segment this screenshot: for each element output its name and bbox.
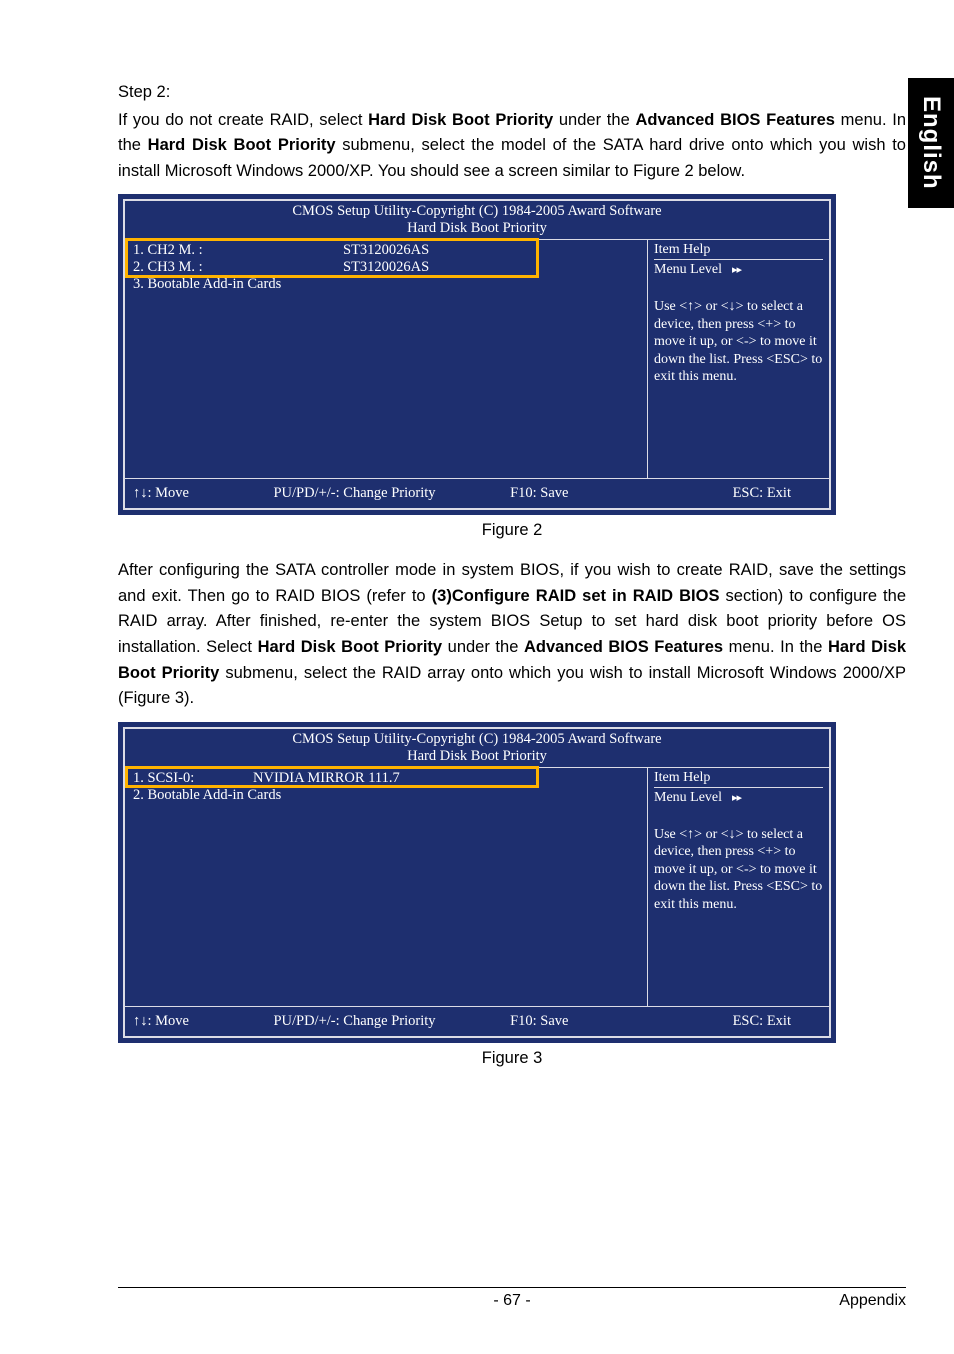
bios-help-1: Item Help Menu Level Use <↑> or <↓> to s… xyxy=(647,240,829,478)
bios-device-list-1: 1. CH2 M. : ST3120026AS 2. CH3 M. : ST31… xyxy=(125,240,647,478)
bios-subtitle-2: Hard Disk Boot Priority xyxy=(125,748,829,767)
footer-save-1: F10: Save xyxy=(470,485,650,502)
device-row-2: 2. CH3 M. : ST3120026AS xyxy=(129,259,643,276)
bios-footer-1: ↑↓: Move PU/PD/+/-: Change Priority F10:… xyxy=(125,479,829,508)
footer-exit-1: ESC: Exit xyxy=(651,485,821,502)
mid-d: Hard Disk Boot Priority xyxy=(258,638,443,656)
mid-g: menu. In the xyxy=(723,638,828,656)
bios-help-2: Item Help Menu Level Use <↑> or <↓> to s… xyxy=(647,768,829,1006)
device-row-3: 3. Bootable Add-in Cards xyxy=(129,276,643,293)
bios-device-list-2: 1. SCSI-0: NVIDIA MIRROR 111.7 2. Bootab… xyxy=(125,768,647,1006)
intro-text-a: If you do not create RAID, select xyxy=(118,111,368,129)
help-header-2: Item Help xyxy=(654,770,823,788)
bios-inner-1: CMOS Setup Utility-Copyright (C) 1984-20… xyxy=(123,199,831,510)
mid-f: Advanced BIOS Features xyxy=(524,638,723,656)
bios-inner-2: CMOS Setup Utility-Copyright (C) 1984-20… xyxy=(123,727,831,1038)
device-3-label: 3. Bootable Add-in Cards xyxy=(133,276,281,293)
help-body-2: Use <↑> or <↓> to select a device, then … xyxy=(654,826,823,914)
device2-row-2: 2. Bootable Add-in Cards xyxy=(129,787,643,804)
device-2-label: 2. CH3 M. : xyxy=(133,259,263,276)
bios-title-1: CMOS Setup Utility-Copyright (C) 1984-20… xyxy=(125,201,829,220)
help-header-1: Item Help xyxy=(654,242,823,260)
footer-change-2: PU/PD/+/-: Change Priority xyxy=(273,1013,470,1030)
bios-title-2: CMOS Setup Utility-Copyright (C) 1984-20… xyxy=(125,729,829,748)
menu-level-text-1: Menu Level xyxy=(654,262,722,277)
help-menu-level-2: Menu Level xyxy=(654,790,823,806)
figure-2-caption: Figure 2 xyxy=(118,521,906,540)
mid-block: After configuring the SATA controller mo… xyxy=(118,558,906,711)
intro-bold-1: Hard Disk Boot Priority xyxy=(368,111,553,129)
mid-i: submenu, select the RAID array onto whic… xyxy=(118,664,906,708)
footer-save-2: F10: Save xyxy=(470,1013,650,1030)
triangle-icon-2 xyxy=(722,790,741,805)
menu-level-text-2: Menu Level xyxy=(654,790,722,805)
intro-block: Step 2: If you do not create RAID, selec… xyxy=(118,80,906,184)
intro-text-c: under the xyxy=(553,111,635,129)
footer-move-2: ↑↓: Move xyxy=(133,1013,273,1030)
device2-1-value: NVIDIA MIRROR 111.7 xyxy=(243,770,443,787)
page-footer: - 67 - Appendix xyxy=(118,1287,906,1310)
bios-footer-2: ↑↓: Move PU/PD/+/-: Change Priority F10:… xyxy=(125,1007,829,1036)
footer-change-1: PU/PD/+/-: Change Priority xyxy=(273,485,470,502)
footer-exit-2: ESC: Exit xyxy=(651,1013,821,1030)
bios-body-2: 1. SCSI-0: NVIDIA MIRROR 111.7 2. Bootab… xyxy=(125,767,829,1007)
device2-1-label: 1. SCSI-0: xyxy=(133,770,243,787)
document-page: English Step 2: If you do not create RAI… xyxy=(0,0,954,1354)
mid-e: under the xyxy=(442,638,524,656)
step-label: Step 2: xyxy=(118,80,906,106)
triangle-icon xyxy=(722,262,741,277)
bios-body-1: 1. CH2 M. : ST3120026AS 2. CH3 M. : ST31… xyxy=(125,239,829,479)
bios-subtitle-1: Hard Disk Boot Priority xyxy=(125,220,829,239)
footer-move-1: ↑↓: Move xyxy=(133,485,273,502)
bios-screen-1: CMOS Setup Utility-Copyright (C) 1984-20… xyxy=(118,194,836,515)
help-body-1: Use <↑> or <↓> to select a device, then … xyxy=(654,298,823,386)
device-1-label: 1. CH2 M. : xyxy=(133,242,263,259)
help-menu-level-1: Menu Level xyxy=(654,262,823,278)
figure-3-caption: Figure 3 xyxy=(118,1049,906,1068)
intro-bold-3: Hard Disk Boot Priority xyxy=(148,136,336,154)
bios-screen-2: CMOS Setup Utility-Copyright (C) 1984-20… xyxy=(118,722,836,1043)
mid-b: (3)Configure RAID set in RAID BIOS xyxy=(432,587,720,605)
intro-bold-2: Advanced BIOS Features xyxy=(635,111,834,129)
device2-2-label: 2. Bootable Add-in Cards xyxy=(133,787,281,804)
device-row-1: 1. CH2 M. : ST3120026AS xyxy=(129,242,643,259)
device2-row-1: 1. SCSI-0: NVIDIA MIRROR 111.7 xyxy=(129,770,643,787)
device-2-value: ST3120026AS xyxy=(263,259,463,276)
language-tab: English xyxy=(908,78,954,208)
page-number: - 67 - xyxy=(118,1292,906,1310)
device-1-value: ST3120026AS xyxy=(263,242,463,259)
